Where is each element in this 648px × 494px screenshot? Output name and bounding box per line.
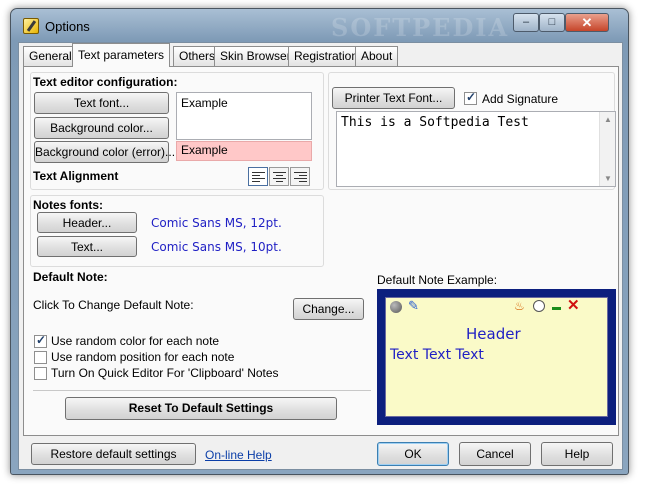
cancel-button[interactable]: Cancel	[459, 442, 531, 466]
note-header: Header	[466, 325, 521, 343]
note-text: Text Text Text	[390, 347, 484, 363]
tab-skin-browser[interactable]: Skin Browser	[214, 46, 297, 66]
softpedia-watermark: SOFTPEDIA	[331, 13, 510, 42]
align-center-button[interactable]	[269, 167, 289, 186]
tab-registration[interactable]: Registration	[288, 46, 365, 66]
example-error-preview: Example	[176, 141, 312, 161]
ok-button[interactable]: OK	[377, 442, 449, 466]
change-default-note-button[interactable]: Change...	[293, 298, 364, 320]
click-change-label: Click To Change Default Note:	[33, 298, 194, 312]
scroll-down-icon[interactable]: ▼	[604, 174, 612, 183]
window-title: Options	[45, 19, 90, 34]
restore-default-settings-button[interactable]: Restore default settings	[31, 443, 196, 465]
text-font-button[interactable]: Text font...	[34, 92, 169, 114]
add-signature-checkbox[interactable]	[464, 90, 477, 105]
dialog-client: General Text parameters Others Skin Brow…	[18, 42, 623, 470]
text-editor-title: Text editor configuration:	[33, 75, 178, 89]
align-right-icon	[294, 172, 307, 182]
signature-text: This is a Softpedia Test	[341, 115, 529, 130]
example-preview: Example	[176, 92, 312, 140]
note-example[interactable]: ✎ ♨ ✕ Header Text Text Text	[385, 297, 608, 417]
quick-editor-label: Turn On Quick Editor For 'Clipboard' Not…	[51, 366, 279, 380]
maximize-button[interactable]: □	[539, 13, 565, 32]
printer-text-font-button[interactable]: Printer Text Font...	[332, 87, 455, 109]
minimize-note-icon[interactable]	[552, 307, 561, 310]
align-left-button[interactable]	[248, 167, 268, 186]
options-window: Options SOFTPEDIA – □ ✕ General Text par…	[10, 8, 629, 475]
reset-default-settings-button[interactable]: Reset To Default Settings	[65, 397, 337, 420]
clock-icon[interactable]	[533, 300, 545, 312]
random-position-label: Use random position for each note	[51, 350, 235, 364]
signature-scrollbar[interactable]: ▲ ▼	[599, 112, 615, 186]
text-font-button-notes[interactable]: Text...	[37, 236, 137, 257]
note-example-label: Default Note Example:	[377, 273, 498, 287]
background-color-button[interactable]: Background color...	[34, 117, 169, 139]
align-right-button[interactable]	[290, 167, 310, 186]
divider	[33, 390, 371, 391]
online-help-link[interactable]: On-line Help	[205, 448, 272, 462]
text-font-value: Comic Sans MS, 10pt.	[151, 240, 282, 254]
minimize-button[interactable]: –	[513, 13, 539, 32]
tab-text-parameters[interactable]: Text parameters	[72, 43, 171, 67]
add-signature-label: Add Signature	[482, 92, 559, 106]
app-pencil-icon	[23, 18, 39, 34]
help-button[interactable]: Help	[541, 442, 613, 466]
pin-icon[interactable]	[390, 301, 402, 313]
tab-about[interactable]: About	[355, 46, 399, 66]
signature-textarea[interactable]: This is a Softpedia Test ▲ ▼	[336, 111, 616, 187]
close-note-icon[interactable]: ✕	[567, 296, 580, 314]
flame-icon[interactable]: ♨	[514, 299, 525, 313]
header-font-value: Comic Sans MS, 12pt.	[151, 216, 282, 230]
notes-fonts-title: Notes fonts:	[33, 198, 103, 212]
scroll-up-icon[interactable]: ▲	[604, 115, 612, 124]
pen-icon[interactable]: ✎	[408, 298, 419, 314]
close-button[interactable]: ✕	[565, 13, 609, 32]
text-alignment-label: Text Alignment	[33, 169, 119, 183]
header-font-button[interactable]: Header...	[37, 212, 137, 233]
random-color-checkbox[interactable]	[34, 333, 47, 348]
random-color-label: Use random color for each note	[51, 334, 220, 348]
title-bar[interactable]: Options SOFTPEDIA – □ ✕	[11, 9, 628, 42]
background-color-error-button[interactable]: Background color (error)...	[34, 141, 175, 163]
tab-panel: Text editor configuration: Text font... …	[23, 66, 619, 436]
align-left-icon	[252, 172, 265, 182]
align-center-icon	[273, 172, 286, 182]
tab-general[interactable]: General	[23, 46, 78, 66]
random-position-checkbox[interactable]	[34, 351, 47, 364]
default-note-title: Default Note:	[33, 270, 108, 284]
quick-editor-checkbox[interactable]	[34, 367, 47, 380]
note-example-frame: ✎ ♨ ✕ Header Text Text Text	[377, 289, 616, 425]
